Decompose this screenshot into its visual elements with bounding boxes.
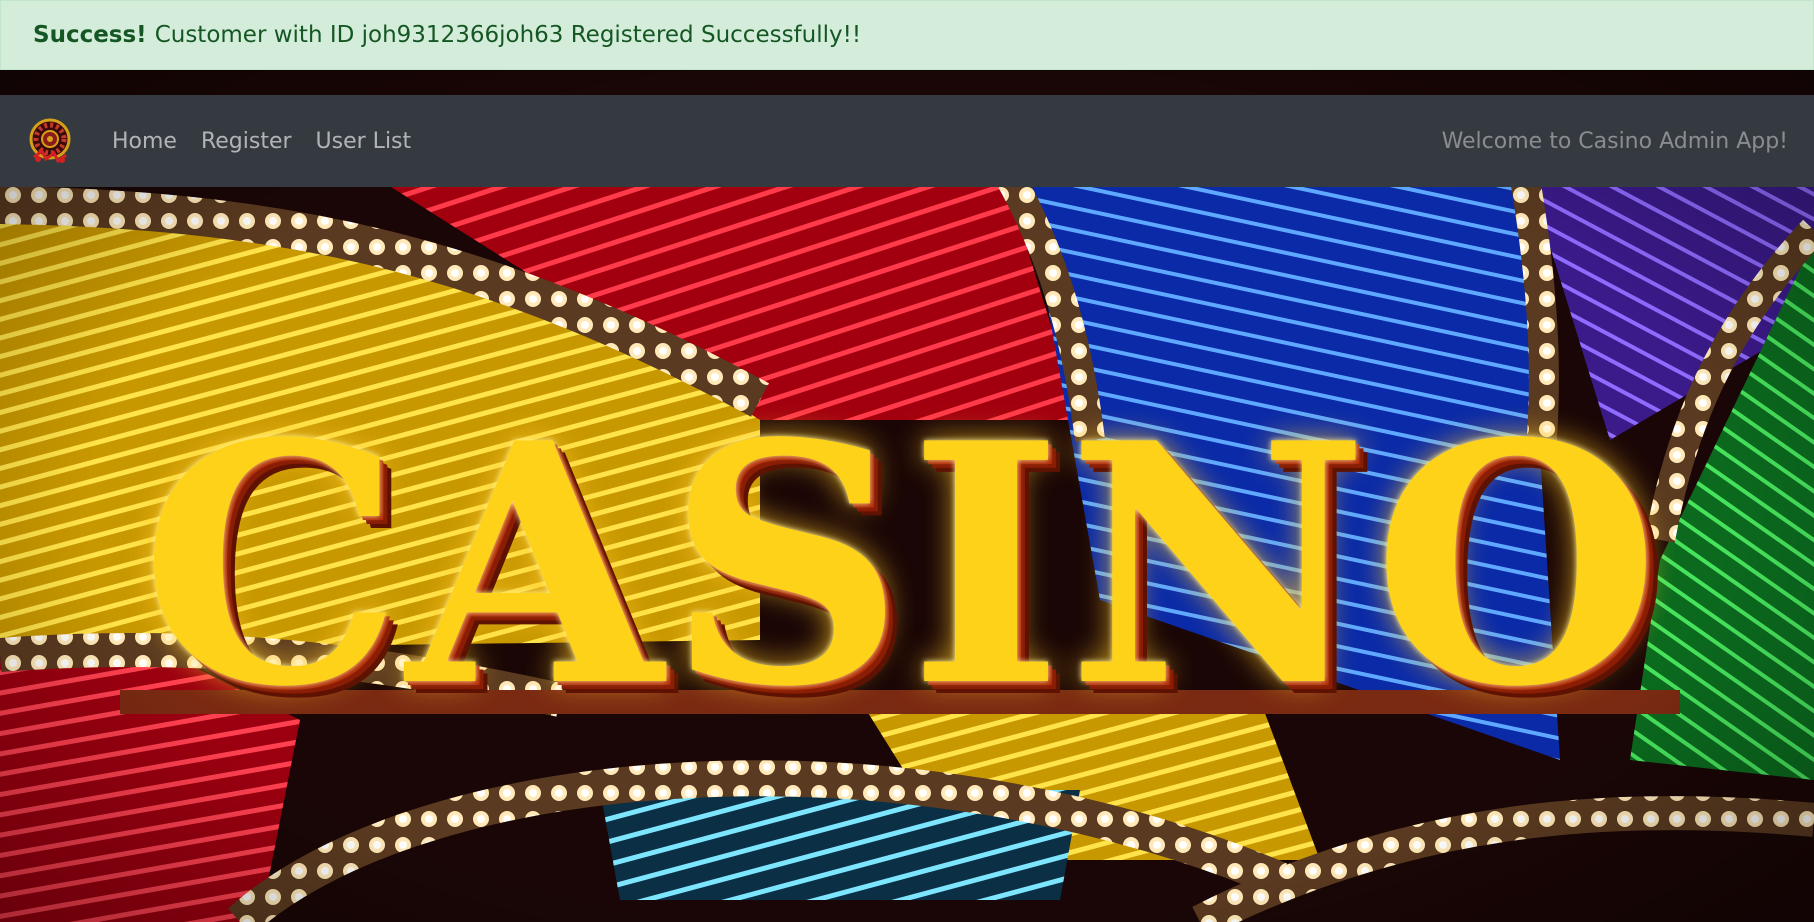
sign-letter: C (140, 371, 403, 759)
nav-link-home[interactable]: Home (112, 129, 177, 154)
success-alert: Success! Customer with ID joh9312366joh6… (0, 0, 1814, 70)
sign-letter: I (908, 371, 1064, 759)
sign-letter: S (666, 371, 905, 759)
casino-sign-letters: C A S I N O (140, 385, 1660, 745)
nav-link-user-list[interactable]: User List (316, 129, 412, 154)
sign-letter: O (1372, 371, 1660, 759)
alert-message: Customer with ID joh9312366joh63 Registe… (154, 22, 862, 48)
sign-letter: N (1066, 371, 1369, 759)
brand-logo[interactable] (26, 117, 74, 165)
welcome-text: Welcome to Casino Admin App! (1441, 128, 1788, 154)
alert-strong-label: Success! (33, 22, 147, 48)
sign-letter: A (406, 371, 663, 759)
roulette-wheel-logo-icon (29, 118, 71, 164)
navbar: Home Register User List Welcome to Casin… (0, 95, 1814, 187)
nav-links: Home Register User List (112, 129, 435, 154)
nav-link-register[interactable]: Register (201, 129, 292, 154)
